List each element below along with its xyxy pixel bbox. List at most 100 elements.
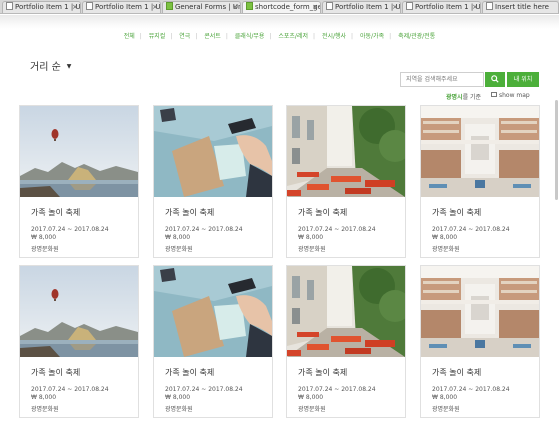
event-thumbnail[interactable]	[154, 266, 272, 357]
event-thumbnail[interactable]	[20, 266, 138, 357]
map-icon	[491, 92, 497, 97]
close-icon[interactable]: ×	[232, 2, 238, 13]
category-item[interactable]: 클래식/무용	[235, 33, 265, 40]
desk-notebook-photo	[154, 106, 272, 197]
balloon-lake-photo	[20, 106, 138, 197]
browser-tab[interactable]: Portfolio Item 1 | Ur ×	[322, 1, 401, 13]
event-price: ₩ 8,000	[298, 394, 324, 401]
event-venue: 광명문화원	[165, 246, 193, 253]
event-thumbnail[interactable]	[154, 106, 272, 197]
category-item[interactable]: 스포츠/레저	[278, 33, 308, 40]
tab-title: Portfolio Item 1 | Ur	[415, 3, 481, 11]
event-title: 가족 놀이 축제	[165, 368, 215, 377]
category-separator: |	[170, 33, 173, 40]
event-venue: 광명문화원	[31, 246, 59, 253]
dropdown-arrow-icon: ▼	[66, 63, 72, 70]
event-card[interactable]: 가족 놀이 축제 2017.07.24 ~ 2017.08.24 ₩ 8,000 광명…	[286, 105, 406, 258]
category-item[interactable]: 콘서트	[204, 33, 221, 40]
event-title: 가족 놀이 축제	[165, 208, 215, 217]
green-u-icon	[166, 2, 173, 10]
close-icon[interactable]: ×	[472, 2, 478, 13]
event-price: ₩ 8,000	[432, 394, 458, 401]
event-thumbnail[interactable]	[287, 266, 405, 357]
event-thumbnail[interactable]	[20, 106, 138, 197]
event-venue: 광명문화원	[298, 246, 326, 253]
event-price: ₩ 8,000	[31, 234, 57, 241]
event-date: 2017.07.24 ~ 2017.08.24	[298, 226, 376, 233]
event-title: 가족 놀이 축제	[298, 368, 348, 377]
browser-tab[interactable]: General Forms | Uni ×	[162, 1, 241, 13]
event-date: 2017.07.24 ~ 2017.08.24	[165, 226, 243, 233]
browser-tab-active[interactable]: shortcode_form_ge ×	[242, 1, 321, 13]
event-card[interactable]: 가족 놀이 축제 2017.07.24 ~ 2017.08.24 ₩ 8,000 광명…	[19, 105, 139, 258]
event-card[interactable]: 가족 놀이 축제 2017.07.24 ~ 2017.08.24 ₩ 8,000 광명…	[420, 265, 540, 418]
location-search-input[interactable]	[400, 72, 484, 87]
category-separator: |	[139, 33, 142, 40]
category-item[interactable]: 연극	[179, 33, 190, 40]
event-title: 가족 놀이 축제	[298, 208, 348, 217]
event-card[interactable]: 가족 놀이 축제 2017.07.24 ~ 2017.08.24 ₩ 8,000 광명…	[19, 265, 139, 418]
category-separator: |	[225, 33, 228, 40]
tab-title: shortcode_form_ge	[255, 3, 321, 11]
event-thumbnail[interactable]	[287, 106, 405, 197]
sort-dropdown[interactable]: 거리 순 ▼	[30, 58, 71, 73]
close-icon[interactable]: ×	[72, 2, 78, 13]
category-item[interactable]: 전체	[124, 33, 135, 40]
event-price: ₩ 8,000	[432, 234, 458, 241]
library-hall-photo	[421, 106, 539, 197]
event-venue: 광명문화원	[31, 406, 59, 413]
event-card[interactable]: 가족 놀이 축제 2017.07.24 ~ 2017.08.24 ₩ 8,000 광명…	[153, 105, 273, 258]
category-separator: |	[351, 33, 354, 40]
close-icon[interactable]: ×	[152, 2, 158, 13]
scrollbar[interactable]	[555, 100, 558, 200]
browser-tab[interactable]: Portfolio Item 1 | Ur ×	[402, 1, 481, 13]
green-u-icon	[246, 2, 253, 10]
event-card[interactable]: 가족 놀이 축제 2017.07.24 ~ 2017.08.24 ₩ 8,000 광명…	[153, 265, 273, 418]
event-thumbnail[interactable]	[421, 106, 539, 197]
event-price: ₩ 8,000	[165, 234, 191, 241]
event-date: 2017.07.24 ~ 2017.08.24	[31, 226, 109, 233]
desk-notebook-photo	[154, 266, 272, 357]
page-icon	[326, 2, 333, 10]
category-item[interactable]: 아동/가족	[360, 33, 384, 40]
browser-tab[interactable]: Portfolio Item 1 | Ur ×	[82, 1, 161, 13]
tab-title: Insert title here	[495, 3, 549, 11]
tab-title: Portfolio Item 1 | Ur	[335, 3, 401, 11]
category-nav: 전체 | 뮤지컬 | 연극 | 콘서트 | 클래식/무용 | 스포츠/레저 | 전시/행사 |…	[0, 31, 559, 41]
event-title: 가족 놀이 축제	[31, 208, 81, 217]
browser-tab[interactable]: Portfolio Item 1 | Un ×	[2, 1, 81, 13]
event-date: 2017.07.24 ~ 2017.08.24	[165, 386, 243, 393]
close-icon[interactable]: ×	[312, 2, 318, 13]
event-venue: 광명문화원	[298, 406, 326, 413]
event-date: 2017.07.24 ~ 2017.08.24	[31, 386, 109, 393]
event-price: ₩ 8,000	[31, 394, 57, 401]
show-map-label: show map	[499, 92, 530, 99]
basis-suffix: 를 기준	[462, 94, 482, 101]
search-button[interactable]	[485, 72, 505, 87]
event-venue: 광명문화원	[432, 246, 460, 253]
my-location-button[interactable]: 내 위치	[507, 72, 539, 87]
category-item[interactable]: 전시/행사	[322, 33, 346, 40]
tab-title: General Forms | Uni	[175, 3, 241, 11]
event-date: 2017.07.24 ~ 2017.08.24	[432, 226, 510, 233]
page-icon	[406, 2, 413, 10]
current-location[interactable]: 광명시	[446, 94, 463, 101]
event-venue: 광명문화원	[432, 406, 460, 413]
page-icon	[86, 2, 93, 10]
category-item[interactable]: 뮤지컬	[149, 33, 166, 40]
event-price: ₩ 8,000	[165, 394, 191, 401]
event-thumbnail[interactable]	[421, 266, 539, 357]
close-icon[interactable]: ×	[392, 2, 398, 13]
category-item[interactable]: 축제/관광/전통	[398, 33, 435, 40]
magnifier-icon	[491, 75, 499, 83]
browser-tab[interactable]: Insert title here	[482, 1, 559, 13]
street-cafe-photo	[287, 266, 405, 357]
category-separator: |	[195, 33, 198, 40]
event-date: 2017.07.24 ~ 2017.08.24	[432, 386, 510, 393]
show-map-toggle[interactable]: show map	[491, 92, 530, 99]
library-hall-photo	[421, 266, 539, 357]
event-card[interactable]: 가족 놀이 축제 2017.07.24 ~ 2017.08.24 ₩ 8,000 광명…	[420, 105, 540, 258]
event-card[interactable]: 가족 놀이 축제 2017.07.24 ~ 2017.08.24 ₩ 8,000 광명…	[286, 265, 406, 418]
category-separator: |	[269, 33, 272, 40]
browser-tab-bar: Portfolio Item 1 | Un × Portfolio Item 1 …	[0, 0, 559, 14]
